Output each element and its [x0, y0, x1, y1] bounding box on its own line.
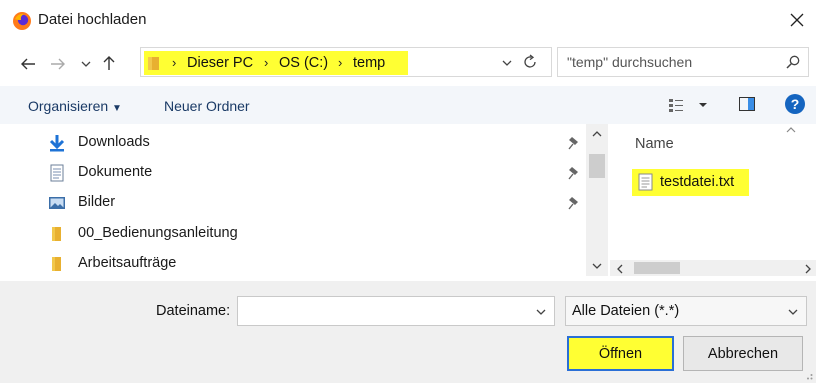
- arrow-up-icon: [103, 56, 115, 70]
- cancel-button[interactable]: Abbrechen: [683, 336, 803, 371]
- view-options-button[interactable]: [669, 98, 713, 112]
- chevron-right-icon: ›: [338, 55, 343, 70]
- sidebar-item-label: 00_Bedienungsanleitung: [78, 225, 238, 241]
- file-pane-hscrollbar[interactable]: [610, 260, 816, 276]
- file-type-dropdown[interactable]: [788, 308, 798, 316]
- sidebar-item-label: Downloads: [78, 134, 150, 150]
- document-icon: [50, 164, 64, 182]
- chevron-down-icon: [81, 61, 91, 67]
- download-arrow-icon: [49, 135, 65, 152]
- arrow-right-icon: [51, 58, 65, 70]
- chevron-right-icon: ›: [264, 55, 269, 70]
- up-button[interactable]: [98, 52, 120, 74]
- recent-locations-button[interactable]: [75, 53, 97, 75]
- navigation-bar: › Dieser PC › OS (C:) › temp "temp" durc…: [0, 42, 816, 86]
- chevron-down-icon: [502, 60, 512, 66]
- pin-icon[interactable]: [568, 166, 580, 180]
- file-list-pane: Name testdatei.txt: [610, 124, 816, 276]
- scroll-down-icon[interactable]: [592, 263, 602, 270]
- firefox-icon: [12, 11, 32, 31]
- scroll-left-icon[interactable]: [616, 264, 623, 274]
- arrow-left-icon: [21, 58, 35, 70]
- close-icon: [790, 13, 804, 27]
- window-title: Datei hochladen: [38, 11, 147, 28]
- title-bar: Datei hochladen: [0, 0, 816, 42]
- filename-field[interactable]: [237, 296, 555, 326]
- scroll-right-icon[interactable]: [805, 264, 812, 274]
- filename-label: Dateiname:: [156, 303, 231, 319]
- back-button[interactable]: [17, 53, 39, 75]
- scroll-up-icon[interactable]: [592, 130, 602, 137]
- preview-pane-button[interactable]: [739, 97, 755, 111]
- filename-dropdown[interactable]: [536, 308, 546, 316]
- open-button[interactable]: Öffnen: [567, 336, 674, 371]
- sidebar-item-bedienungsanleitung[interactable]: 00_Bedienungsanleitung: [8, 220, 586, 248]
- chevron-right-icon: ›: [172, 55, 177, 70]
- sidebar-item-arbeitsauftraege[interactable]: Arbeitsaufträge: [8, 250, 586, 278]
- pin-icon[interactable]: [568, 196, 580, 210]
- pin-icon[interactable]: [568, 136, 580, 150]
- scrollbar-thumb[interactable]: [589, 154, 605, 178]
- address-dropdown[interactable]: [502, 59, 512, 67]
- search-input[interactable]: "temp" durchsuchen: [567, 54, 692, 70]
- search-box[interactable]: "temp" durchsuchen: [557, 47, 809, 77]
- organize-menu[interactable]: Organisieren ▼: [28, 98, 122, 114]
- pictures-icon: [49, 197, 65, 209]
- help-icon: ?: [785, 94, 805, 114]
- command-bar: Organisieren ▼ Neuer Ordner ?: [0, 86, 816, 124]
- preview-pane-icon: [739, 97, 755, 111]
- forward-button[interactable]: [47, 53, 69, 75]
- text-file-icon: [638, 173, 654, 191]
- file-type-select[interactable]: Alle Dateien (*.*): [565, 296, 807, 326]
- caret-down-icon: ▼: [112, 103, 122, 114]
- crumb-this-pc[interactable]: Dieser PC: [187, 55, 253, 71]
- crumb-temp[interactable]: temp: [353, 55, 385, 71]
- view-list-icon: [669, 99, 707, 112]
- refresh-icon: [524, 54, 536, 68]
- folder-icon: [52, 257, 61, 271]
- list-item[interactable]: testdatei.txt: [660, 174, 734, 190]
- help-button[interactable]: ?: [785, 94, 805, 114]
- sidebar-item-downloads[interactable]: Downloads: [8, 129, 586, 157]
- sidebar-item-pictures[interactable]: Bilder: [8, 189, 586, 217]
- scrollbar-thumb[interactable]: [634, 262, 680, 274]
- dialog-footer: Dateiname: Alle Dateien (*.*) Öffnen Abb…: [0, 281, 816, 383]
- sidebar-item-documents[interactable]: Dokumente: [8, 159, 586, 187]
- folder-icon: [147, 55, 161, 71]
- nav-pane-scrollbar[interactable]: [586, 124, 608, 276]
- chevron-down-icon: [788, 309, 798, 315]
- crumb-drive[interactable]: OS (C:): [279, 55, 328, 71]
- file-type-value: Alle Dateien (*.*): [572, 303, 680, 319]
- column-header-name[interactable]: Name: [635, 136, 674, 152]
- search-icon: [786, 55, 800, 69]
- sidebar-item-label: Arbeitsaufträge: [78, 255, 177, 271]
- sidebar-item-label: Dokumente: [78, 164, 153, 180]
- sidebar-item-label: Bilder: [78, 194, 116, 210]
- sort-up-icon: [786, 126, 796, 133]
- resize-grip-icon[interactable]: [803, 370, 813, 380]
- chevron-down-icon: [536, 309, 546, 315]
- close-button[interactable]: [784, 7, 810, 33]
- folder-icon: [52, 227, 61, 241]
- svg-text:?: ?: [791, 96, 800, 112]
- address-bar[interactable]: › Dieser PC › OS (C:) › temp: [140, 47, 552, 77]
- refresh-button[interactable]: [522, 54, 538, 70]
- navigation-pane: Downloads Dokumente Bilder 00_Bedienungs…: [8, 124, 586, 276]
- new-folder-button[interactable]: Neuer Ordner: [164, 98, 250, 114]
